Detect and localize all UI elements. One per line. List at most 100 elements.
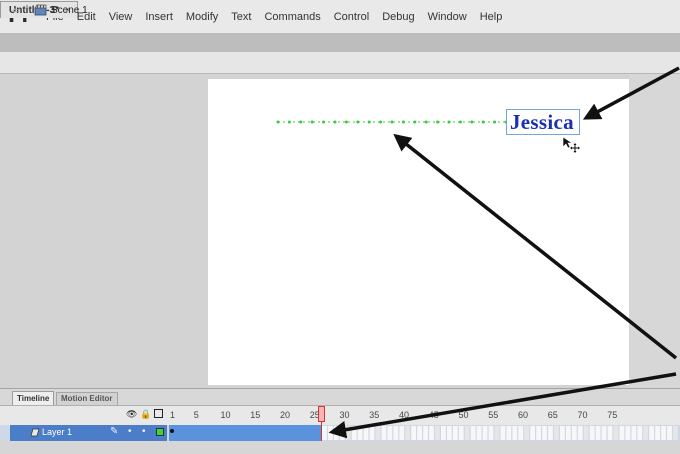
frame-cell[interactable] [429, 426, 434, 440]
frame-cell[interactable] [345, 426, 351, 440]
frame-cell[interactable] [667, 426, 672, 440]
frame-number-20: 20 [280, 410, 291, 420]
frame-cell[interactable] [411, 426, 417, 440]
frame-cell[interactable] [548, 426, 553, 440]
right-panel-strip [629, 74, 680, 388]
frame-cell[interactable] [673, 426, 678, 440]
frame-cell[interactable] [530, 426, 536, 440]
frame-cell[interactable] [441, 426, 446, 440]
frame-cell[interactable] [500, 426, 506, 440]
frame-cell[interactable] [417, 426, 422, 440]
frame-cell[interactable] [643, 426, 649, 440]
frame-number-55: 55 [488, 410, 499, 420]
frame-cell[interactable] [375, 426, 381, 440]
frame-cell[interactable] [655, 426, 660, 440]
frame-cell[interactable] [446, 426, 452, 440]
frame-cell[interactable] [369, 426, 375, 440]
frame-cell[interactable] [649, 426, 655, 440]
frame-cell[interactable] [637, 426, 643, 440]
frame-number-10: 10 [220, 410, 231, 420]
frame-cell[interactable] [542, 426, 547, 440]
frame-grid[interactable] [322, 425, 680, 441]
scene-label[interactable]: Scene 1 [51, 5, 88, 16]
frame-cell[interactable] [488, 426, 494, 440]
frame-cell[interactable] [327, 426, 333, 440]
frame-cell[interactable] [387, 426, 393, 440]
frame-cell[interactable] [435, 426, 440, 440]
frame-cell[interactable] [512, 426, 518, 440]
frame-cell[interactable] [613, 426, 619, 440]
frame-cell[interactable] [482, 426, 488, 440]
tween-span[interactable] [169, 425, 322, 441]
frame-cell[interactable] [458, 426, 464, 440]
frame-cell[interactable] [399, 426, 405, 440]
frame-cell[interactable] [363, 426, 369, 440]
frame-cell[interactable] [619, 426, 625, 440]
menu-debug[interactable]: Debug [382, 11, 414, 23]
frame-cell[interactable] [583, 426, 589, 440]
menu-control[interactable]: Control [334, 11, 369, 23]
tab-motion-editor[interactable]: Motion Editor [56, 392, 118, 405]
frame-cell[interactable] [393, 426, 399, 440]
frame-cell[interactable] [452, 426, 458, 440]
visibility-dot[interactable]: • [128, 426, 132, 437]
frame-cell[interactable] [464, 426, 470, 440]
frame-number-15: 15 [250, 410, 261, 420]
frame-cell[interactable] [554, 426, 559, 440]
frame-number-45: 45 [428, 410, 439, 420]
playhead[interactable] [318, 406, 325, 422]
frame-cell[interactable] [506, 426, 512, 440]
frame-cell[interactable] [494, 426, 500, 440]
edit-bar [0, 52, 680, 74]
layer-icon [30, 428, 40, 437]
frame-cell[interactable] [518, 426, 524, 440]
frame-cell[interactable] [470, 426, 476, 440]
frame-number-35: 35 [369, 410, 380, 420]
tab-timeline[interactable]: Timeline [12, 391, 55, 405]
menu-modify[interactable]: Modify [186, 11, 218, 23]
menu-commands[interactable]: Commands [264, 11, 320, 23]
eye-icon[interactable]: 👁 [126, 409, 137, 420]
frame-number-65: 65 [547, 410, 558, 420]
frame-cell[interactable] [423, 426, 428, 440]
layer-name[interactable]: Layer 1 [42, 427, 72, 437]
menu-insert[interactable]: Insert [145, 11, 173, 23]
menu-view[interactable]: View [109, 11, 133, 23]
frame-cell[interactable] [357, 426, 363, 440]
frame-cell[interactable] [405, 426, 411, 440]
frame-cell[interactable] [333, 426, 339, 440]
lock-dot[interactable]: • [142, 426, 146, 437]
frame-cell[interactable] [601, 426, 607, 440]
frame-cell[interactable] [625, 426, 631, 440]
menu-text[interactable]: Text [231, 11, 251, 23]
keyframe-dot[interactable] [170, 429, 174, 433]
frame-cell[interactable] [322, 426, 327, 440]
frame-number-40: 40 [399, 410, 410, 420]
frame-cell[interactable] [351, 426, 357, 440]
frame-cell[interactable] [571, 426, 577, 440]
menu-help[interactable]: Help [480, 11, 503, 23]
frame-number-50: 50 [458, 410, 469, 420]
frame-number-60: 60 [518, 410, 529, 420]
frame-number-30: 30 [339, 410, 350, 420]
frame-cell[interactable] [560, 426, 565, 440]
frame-cell[interactable] [339, 426, 345, 440]
frame-cell[interactable] [607, 426, 613, 440]
menu-window[interactable]: Window [428, 11, 467, 23]
frame-cell[interactable] [381, 426, 387, 440]
layer-outline-color-box[interactable] [156, 428, 164, 436]
frame-cell[interactable] [524, 426, 530, 440]
frame-cell[interactable] [476, 426, 482, 440]
frame-cell[interactable] [631, 426, 637, 440]
frame-number-5: 5 [193, 410, 199, 420]
frame-cell[interactable] [565, 426, 571, 440]
back-arrow-icon[interactable]: ⇐ [12, 4, 21, 17]
stage-text-jessica[interactable]: Jessica [510, 110, 574, 135]
frame-cell[interactable] [589, 426, 595, 440]
lock-icon[interactable]: 🔒 [140, 409, 151, 420]
outline-icon[interactable] [154, 409, 163, 418]
frame-cell[interactable] [536, 426, 541, 440]
frame-cell[interactable] [661, 426, 666, 440]
frame-cell[interactable] [577, 426, 583, 440]
frame-cell[interactable] [595, 426, 601, 440]
